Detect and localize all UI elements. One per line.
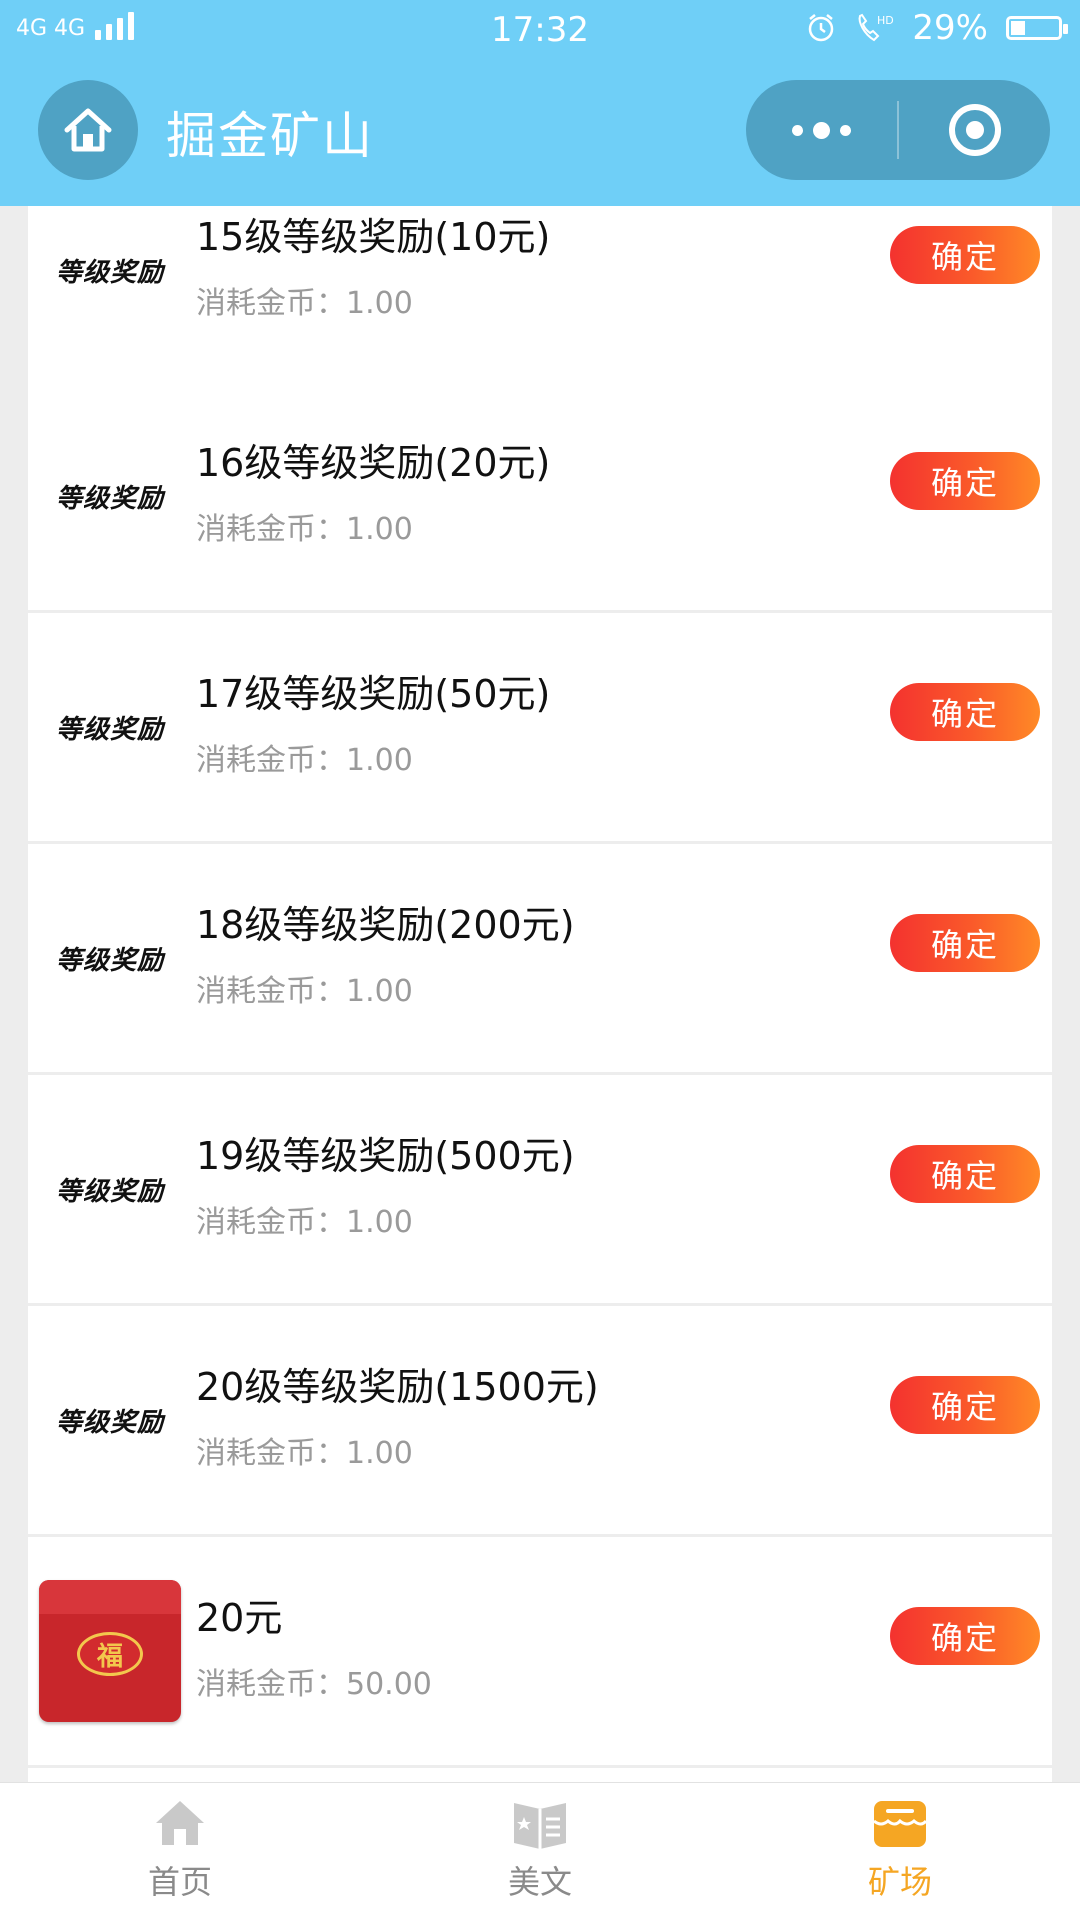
reward-name: 18级等级奖励(200元) <box>196 903 575 947</box>
more-button[interactable] <box>746 80 897 180</box>
tab-label: 首页 <box>147 1863 212 1901</box>
reward-name: 20级等级奖励(1500元) <box>196 1365 599 1409</box>
list-item: 等级奖励 18级等级奖励(200元) 消耗金币：1.00 确定 <box>28 844 1052 1072</box>
status-right: HD 29% <box>806 8 1068 48</box>
level-reward-image: 等级奖励 <box>55 945 164 976</box>
reward-name: 17级等级奖励(50元) <box>196 672 551 716</box>
list-item: 等级奖励 17级等级奖励(50元) 消耗金币：1.00 确定 <box>28 613 1052 841</box>
battery-icon <box>1006 16 1068 40</box>
confirm-button[interactable]: 确定 <box>890 452 1040 510</box>
red-packet-icon: 福 <box>39 1580 181 1722</box>
battery-percent: 29% <box>912 8 988 48</box>
reward-name: 19级等级奖励(500元) <box>196 1134 575 1178</box>
level-reward-image: 等级奖励 <box>55 257 164 288</box>
hd-call-icon: HD <box>859 13 894 42</box>
status-bar: 4G 4G 17:32 HD 29% <box>0 0 1080 56</box>
reward-cost: 消耗金币：1.00 <box>196 1205 413 1240</box>
list-item: 福 20元 消耗金币：50.00 确定 <box>28 1537 1052 1765</box>
level-reward-image: 等级奖励 <box>55 483 164 514</box>
confirm-button[interactable]: 确定 <box>890 1607 1040 1665</box>
level-reward-image: 等级奖励 <box>55 1176 164 1207</box>
red-packet-image: 福 <box>38 1579 182 1723</box>
reward-cost: 消耗金币：1.00 <box>196 743 413 778</box>
mini-program-capsule <box>746 80 1050 180</box>
article-icon <box>514 1803 566 1849</box>
list-item: 等级奖励 19级等级奖励(500元) 消耗金币：1.00 确定 <box>28 1075 1052 1303</box>
confirm-button[interactable]: 确定 <box>890 226 1040 284</box>
level-reward-image: 等级奖励 <box>55 714 164 745</box>
home-icon <box>64 108 112 152</box>
target-icon <box>948 104 1001 156</box>
reward-cost: 消耗金币：50.00 <box>196 1667 432 1702</box>
reward-name: 20元 <box>196 1596 283 1640</box>
list-item: 等级奖励 20级等级奖励(1500元) 消耗金币：1.00 确定 <box>28 1306 1052 1534</box>
tab-articles[interactable]: 美文 <box>360 1783 720 1920</box>
reward-cost: 消耗金币：1.00 <box>196 974 413 1009</box>
shop-icon <box>873 1801 928 1847</box>
tab-label: 美文 <box>507 1863 572 1901</box>
svg-text:HD: HD <box>877 14 894 27</box>
tab-bar: 首页 美文 矿场 <box>0 1782 1080 1920</box>
list-item: 等级奖励 15级等级奖励(10元) 消耗金币：1.00 确定 <box>28 206 1052 384</box>
alarm-icon <box>809 14 834 42</box>
close-button[interactable] <box>899 80 1050 180</box>
list-item <box>28 1768 1052 1782</box>
confirm-button[interactable]: 确定 <box>890 1376 1040 1434</box>
reward-cost: 消耗金币：1.00 <box>196 286 413 321</box>
page-title: 掘金矿山 <box>166 107 374 165</box>
reward-name: 16级等级奖励(20元) <box>196 441 551 485</box>
reward-name: 15级等级奖励(10元) <box>196 215 551 259</box>
home-icon <box>156 1801 204 1845</box>
home-button[interactable] <box>38 80 138 180</box>
tab-label: 矿场 <box>867 1863 932 1901</box>
more-dots-icon <box>792 121 851 139</box>
top-bar: 4G 4G 17:32 HD 29% 掘金矿山 <box>0 0 1080 206</box>
confirm-button[interactable]: 确定 <box>890 1145 1040 1203</box>
confirm-button[interactable]: 确定 <box>890 914 1040 972</box>
tab-home[interactable]: 首页 <box>0 1783 360 1920</box>
tab-mine[interactable]: 矿场 <box>720 1783 1080 1920</box>
reward-cost: 消耗金币：1.00 <box>196 512 413 547</box>
list-item: 等级奖励 16级等级奖励(20元) 消耗金币：1.00 确定 <box>28 382 1052 610</box>
reward-cost: 消耗金币：1.00 <box>196 1436 413 1471</box>
reward-list[interactable]: 等级奖励 15级等级奖励(10元) 消耗金币：1.00 确定 等级奖励 16级等… <box>28 206 1052 1782</box>
level-reward-image: 等级奖励 <box>55 1407 164 1438</box>
confirm-button[interactable]: 确定 <box>890 683 1040 741</box>
